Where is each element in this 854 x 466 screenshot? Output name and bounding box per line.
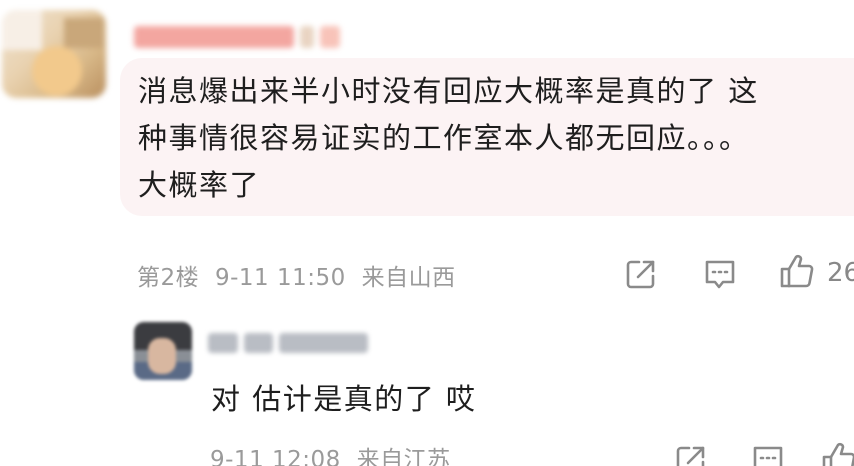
reply-share-icon[interactable] [672,442,710,466]
comment-text-line: 消息爆出来半小时没有回应大概率是真的了 这 [138,74,759,108]
reply-time: 9-11 12:08 [210,447,341,466]
comment-text: 消息爆出来半小时没有回应大概率是真的了 这 种事情很容易证实的工作室本人都无回应… [138,68,838,209]
username-blurred[interactable] [134,22,344,52]
comment-thread: 消息爆出来半小时没有回应大概率是真的了 这 种事情很容易证实的工作室本人都无回应… [0,0,854,466]
comment-text-line: 种事情很容易证实的工作室本人都无回应。。。 [138,121,750,155]
like-icon[interactable] [776,252,818,292]
reply-username-blurred[interactable] [208,331,368,355]
reply-comment-icon[interactable] [748,442,788,466]
avatar[interactable] [2,10,106,98]
comment-meta: 第2楼 9-11 11:50 来自山西 [137,258,456,292]
like-count: 26 [827,258,854,288]
comment-location: 来自山西 [361,265,456,291]
comment-time: 9-11 11:50 [214,265,346,291]
floor-label: 第2楼 [137,265,200,291]
reply-avatar[interactable] [134,322,192,380]
comment-icon[interactable] [700,256,740,292]
reply-meta: 9-11 12:08 来自江苏 [210,440,451,466]
share-icon[interactable] [622,256,660,292]
comment-text-line: 大概率了 [138,168,261,202]
reply-like-icon[interactable] [818,440,854,466]
reply-location: 来自江苏 [356,447,451,466]
reply-text: 对 估计是真的了 哎 [211,382,477,416]
